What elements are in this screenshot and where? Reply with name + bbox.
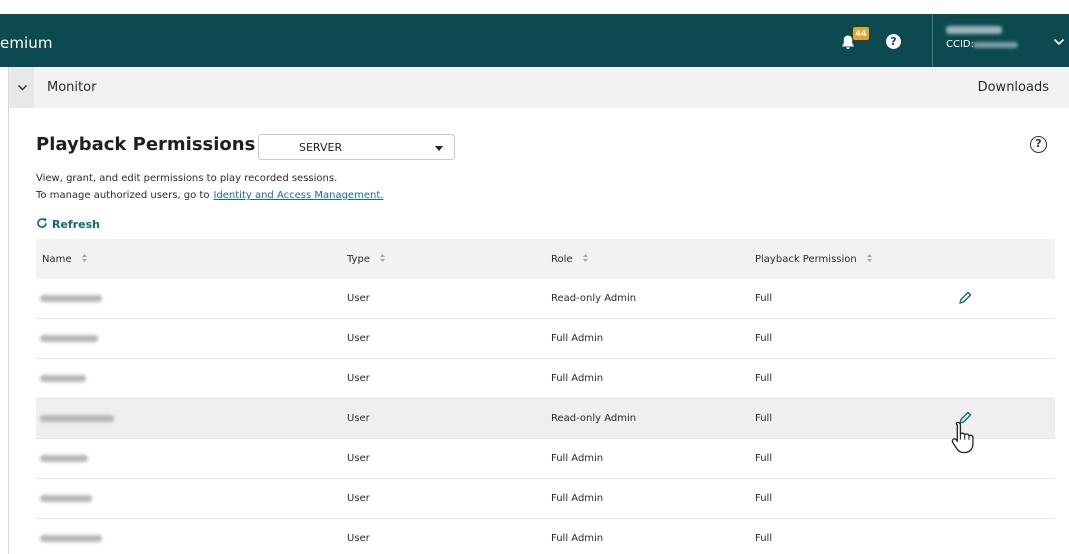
breadcrumb-bar: Monitor Downloads [9, 67, 1069, 108]
help-icon[interactable]: ? [886, 34, 901, 49]
ccid-label: CCID: [946, 39, 974, 50]
sort-icon [380, 254, 386, 262]
sort-icon [582, 254, 588, 262]
name-cell-redacted [40, 415, 114, 422]
sort-icon [81, 254, 87, 262]
permission-cell: Full [755, 293, 773, 304]
column-header-name[interactable]: Name [42, 253, 88, 265]
permission-cell: Full [755, 373, 773, 384]
column-header-playback-permission[interactable]: Playback Permission [755, 253, 873, 265]
type-cell: User [347, 293, 370, 304]
table-row[interactable]: User Read-only Admin Full [36, 399, 1055, 439]
permission-cell: Full [755, 493, 773, 504]
help-circle-icon[interactable]: ? [1030, 136, 1047, 153]
role-cell: Full Admin [551, 453, 604, 464]
server-selector[interactable]: SERVER [258, 134, 455, 160]
top-navigation-bar: emium 44 ? CCID: [0, 14, 1069, 67]
ccid-value-redacted [973, 42, 1018, 48]
caret-down-icon [435, 146, 443, 151]
type-cell: User [347, 533, 370, 544]
breadcrumb-monitor[interactable]: Monitor [47, 80, 96, 95]
role-cell: Read-only Admin [551, 413, 637, 424]
table-row[interactable]: User Full Admin Full [36, 319, 1055, 359]
name-cell-redacted [40, 535, 102, 542]
type-cell: User [347, 373, 370, 384]
type-cell: User [347, 453, 370, 464]
role-cell: Full Admin [551, 333, 604, 344]
user-menu-divider [932, 14, 933, 67]
name-cell-redacted [40, 375, 86, 382]
user-name-redacted [946, 26, 1002, 34]
refresh-icon [37, 218, 47, 228]
server-selector-value: SERVER [299, 141, 343, 154]
side-navigation-rail [0, 67, 9, 554]
pencil-icon[interactable] [957, 290, 973, 306]
role-cell: Full Admin [551, 373, 604, 384]
table-row[interactable]: User Full Admin Full [36, 439, 1055, 479]
permission-cell: Full [755, 453, 773, 464]
table-row[interactable]: User Full Admin Full [36, 479, 1055, 519]
chevron-down-icon [17, 84, 28, 91]
downloads-link[interactable]: Downloads [978, 80, 1049, 95]
iam-link[interactable]: Identity and Access Management. [213, 190, 383, 201]
permission-cell: Full [755, 333, 773, 344]
table-row[interactable]: User Read-only Admin Full [36, 279, 1055, 319]
sort-icon [866, 254, 872, 262]
notification-count-badge: 44 [853, 27, 869, 40]
column-header-type[interactable]: Type [347, 253, 386, 265]
product-name: emium [0, 34, 53, 52]
table-row[interactable]: User Full Admin Full [36, 359, 1055, 399]
role-cell: Full Admin [551, 493, 604, 504]
name-cell-redacted [40, 335, 98, 342]
breadcrumb-toggle[interactable] [9, 67, 34, 108]
column-header-role[interactable]: Role [551, 253, 589, 265]
hand-pointer-icon [951, 421, 974, 454]
chevron-down-icon[interactable] [1053, 36, 1065, 48]
permissions-table: Name Type Role Playback Permission User … [36, 239, 1055, 554]
page-description-link-line: To manage authorized users, go to Identit… [36, 190, 383, 201]
page-description: View, grant, and edit permissions to pla… [36, 173, 338, 184]
type-cell: User [347, 333, 370, 344]
name-cell-redacted [40, 455, 88, 462]
refresh-button[interactable]: Refresh [36, 217, 100, 231]
role-cell: Full Admin [551, 533, 604, 544]
iam-link-prefix: To manage authorized users, go to [36, 190, 210, 201]
table-row[interactable]: User Full Admin Full [36, 519, 1055, 554]
name-cell-redacted [40, 495, 92, 502]
type-cell: User [347, 493, 370, 504]
permission-cell: Full [755, 533, 773, 544]
role-cell: Read-only Admin [551, 293, 637, 304]
refresh-label: Refresh [52, 218, 100, 231]
name-cell-redacted [40, 295, 102, 302]
table-header: Name Type Role Playback Permission [36, 239, 1055, 279]
type-cell: User [347, 413, 370, 424]
permission-cell: Full [755, 413, 773, 424]
page-title: Playback Permissions [36, 134, 256, 155]
